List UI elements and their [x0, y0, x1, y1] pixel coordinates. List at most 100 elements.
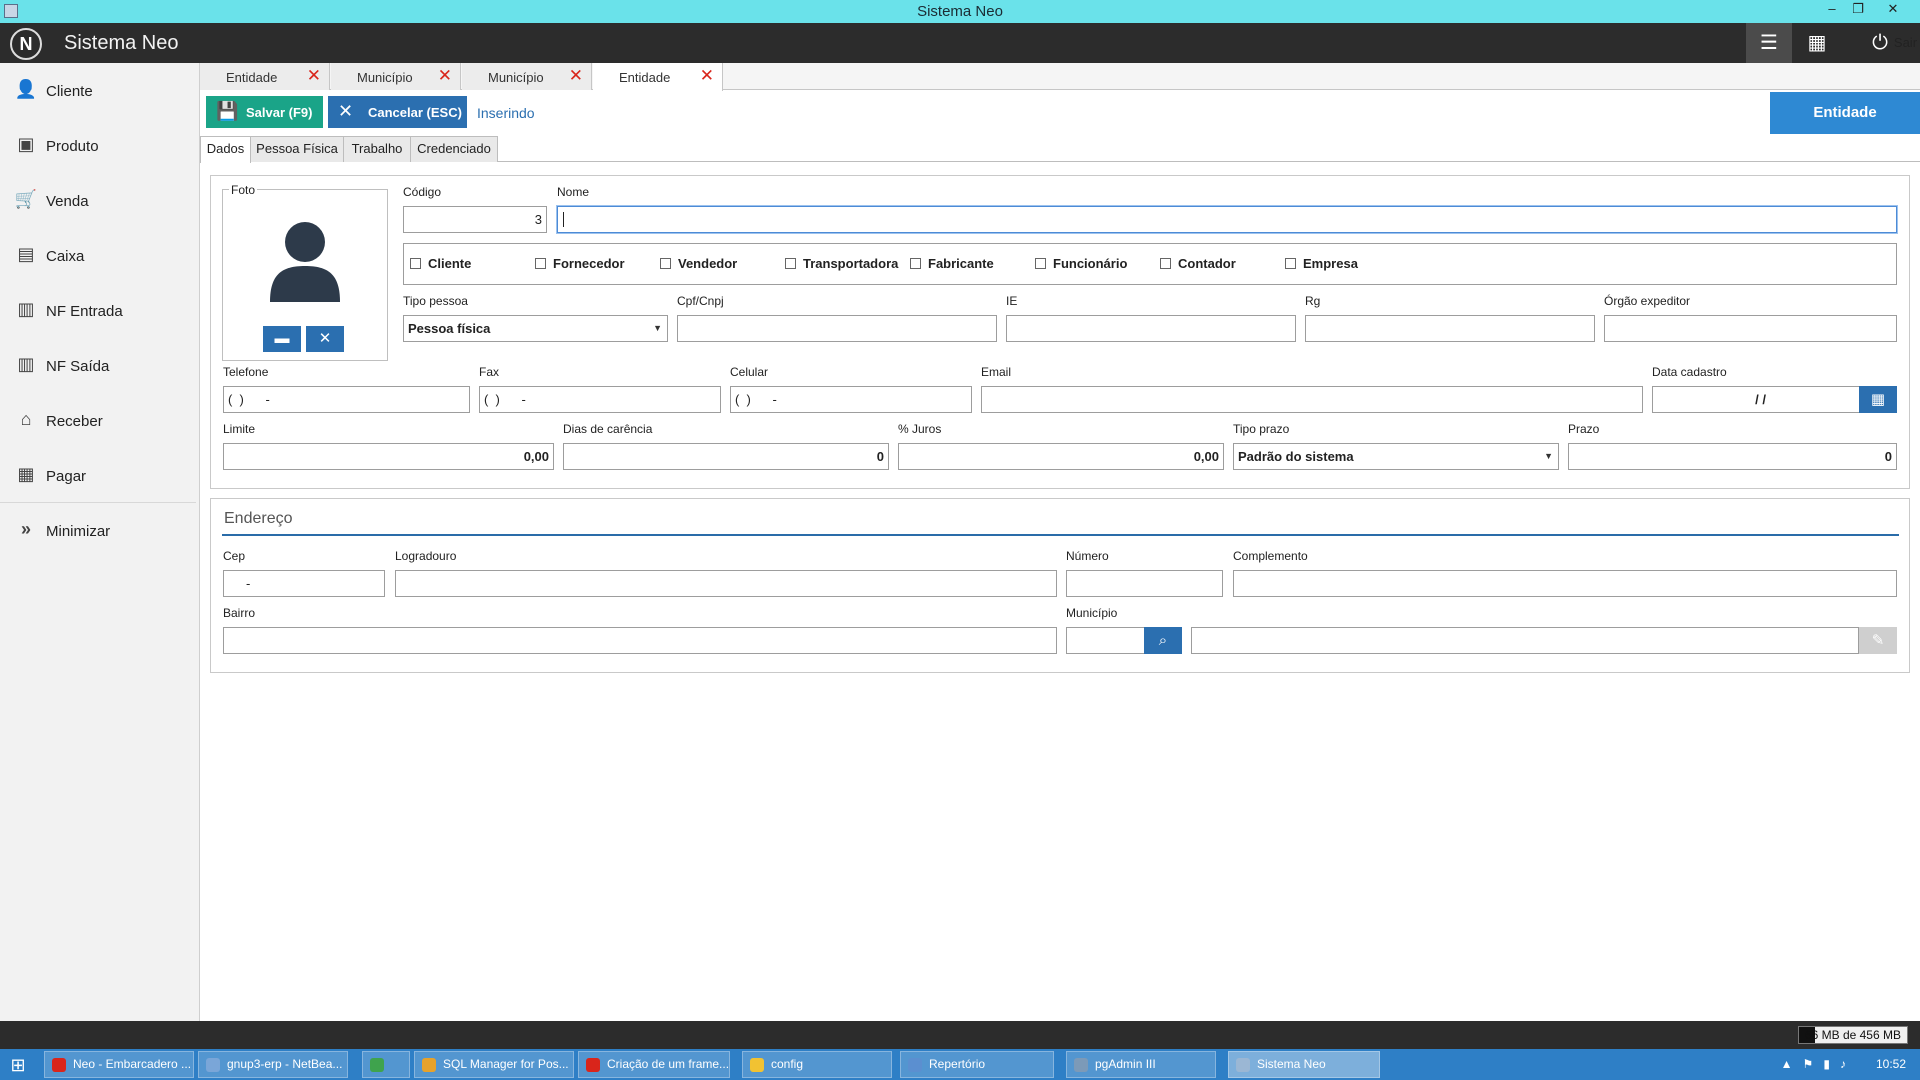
close-tab-icon[interactable]: ✕: [569, 66, 583, 86]
foto-label: Foto: [229, 183, 258, 197]
dias-carencia-field[interactable]: 0: [563, 443, 889, 470]
checkbox-label: Fornecedor: [553, 256, 625, 271]
exit-button[interactable]: ⏻ Sair: [1846, 23, 1917, 63]
restore-window-button[interactable]: ❐: [1843, 0, 1873, 20]
taskbar-item-embarcadero[interactable]: Neo - Embarcadero ...: [44, 1051, 194, 1078]
remove-photo-button[interactable]: ✕: [306, 326, 344, 352]
complemento-field[interactable]: [1233, 570, 1897, 597]
checkbox-box[interactable]: [410, 258, 421, 269]
taskbar-item-config[interactable]: config: [742, 1051, 892, 1078]
checkbox-contador[interactable]: Contador: [1160, 256, 1236, 271]
prazo-field[interactable]: 0: [1568, 443, 1897, 470]
flag-icon[interactable]: ⚑: [1803, 1057, 1814, 1071]
rg-label: Rg: [1305, 294, 1321, 308]
email-field[interactable]: [981, 386, 1643, 413]
sidebar-item-venda[interactable]: 🛒 Venda: [0, 177, 198, 227]
bairro-field[interactable]: [223, 627, 1057, 654]
edit-municipio-button[interactable]: ✎: [1859, 627, 1897, 654]
sidebar-item-caixa[interactable]: ▤ Caixa: [0, 232, 198, 282]
tab-entidade-2[interactable]: Entidade ✕: [593, 63, 723, 91]
codigo-field[interactable]: 3: [403, 206, 547, 233]
orgao-expeditor-field[interactable]: [1604, 315, 1897, 342]
tab-trabalho[interactable]: Trabalho: [343, 136, 411, 162]
checkbox-box[interactable]: [660, 258, 671, 269]
network-icon[interactable]: ▮: [1823, 1057, 1830, 1071]
windows-start-icon[interactable]: ⊞: [6, 1053, 30, 1077]
limite-field[interactable]: 0,00: [223, 443, 554, 470]
sidebar-item-minimizar[interactable]: » Minimizar: [0, 507, 198, 557]
ie-field[interactable]: [1006, 315, 1296, 342]
cancel-button[interactable]: ✕ Cancelar (ESC): [328, 96, 467, 128]
taskbar-item-netbeans[interactable]: gnup3-erp - NetBea...: [198, 1051, 348, 1078]
search-municipio-button[interactable]: ⌕: [1144, 627, 1182, 654]
municipio-name-field[interactable]: [1191, 627, 1859, 654]
list-view-icon[interactable]: ☰: [1746, 23, 1792, 63]
close-tab-icon[interactable]: ✕: [700, 66, 714, 86]
data-cadastro-field[interactable]: / /: [1652, 386, 1862, 413]
celular-field[interactable]: ( ) -: [730, 386, 972, 413]
numero-field[interactable]: [1066, 570, 1223, 597]
tab-municipio-1[interactable]: Município ✕: [331, 63, 461, 90]
sidebar-item-label: NF Entrada: [46, 303, 123, 320]
codigo-label: Código: [403, 185, 442, 199]
volume-icon[interactable]: ♪: [1840, 1057, 1846, 1071]
checkbox-box[interactable]: [1035, 258, 1046, 269]
open-photo-button[interactable]: ▬: [263, 326, 301, 352]
logradouro-field[interactable]: [395, 570, 1057, 597]
cep-field[interactable]: -: [223, 570, 385, 597]
taskbar-item-opera[interactable]: Criação de um frame...: [578, 1051, 730, 1078]
rg-field[interactable]: [1305, 315, 1595, 342]
checkbox-transportadora[interactable]: Transportadora: [785, 256, 898, 271]
checkbox-box[interactable]: [1285, 258, 1296, 269]
taskbar-item-visual-studio[interactable]: [362, 1051, 410, 1078]
taskbar-item-sistema-neo[interactable]: Sistema Neo: [1228, 1051, 1380, 1078]
sidebar-item-receber[interactable]: ⌂ Receber: [0, 397, 198, 447]
sidebar-item-nf-entrada[interactable]: ▥ NF Entrada: [0, 287, 198, 337]
tipo-pessoa-select[interactable]: Pessoa física ▼: [403, 315, 668, 342]
save-button[interactable]: 💾 Salvar (F9): [206, 96, 323, 128]
checkbox-funcionario[interactable]: Funcionário: [1035, 256, 1127, 271]
tab-credenciado[interactable]: Credenciado: [410, 136, 498, 162]
checkbox-cliente[interactable]: Cliente: [410, 256, 471, 271]
document-icon: ▥: [17, 354, 35, 374]
grid-view-icon[interactable]: ▦: [1794, 23, 1840, 63]
sidebar-item-pagar[interactable]: ▦ Pagar: [0, 452, 198, 502]
checkbox-fornecedor[interactable]: Fornecedor: [535, 256, 625, 271]
checkbox-empresa[interactable]: Empresa: [1285, 256, 1358, 271]
sidebar-item-produto[interactable]: ▣ Produto: [0, 122, 198, 172]
close-tab-icon[interactable]: ✕: [438, 66, 452, 86]
municipio-code-field[interactable]: [1066, 627, 1146, 654]
taskbar-item-pgadmin[interactable]: pgAdmin III: [1066, 1051, 1216, 1078]
taskbar-label: Repertório: [929, 1057, 986, 1071]
prazo-label: Prazo: [1568, 422, 1600, 436]
clock[interactable]: 10:52: [1876, 1057, 1906, 1071]
checkbox-fabricante[interactable]: Fabricante: [910, 256, 994, 271]
nome-field[interactable]: [557, 206, 1897, 233]
taskbar-label: Neo - Embarcadero ...: [73, 1057, 192, 1071]
telefone-field[interactable]: ( ) -: [223, 386, 470, 413]
taskbar-item-repertorio[interactable]: Repertório: [900, 1051, 1054, 1078]
fax-field[interactable]: ( ) -: [479, 386, 721, 413]
checkbox-box[interactable]: [1160, 258, 1171, 269]
tab-entidade-1[interactable]: Entidade ✕: [200, 63, 330, 90]
tab-dados[interactable]: Dados: [200, 136, 251, 163]
folder-icon: [750, 1058, 764, 1072]
calendar-button[interactable]: ▦: [1859, 386, 1897, 413]
form-subtabs: Dados Pessoa Física Trabalho Credenciado: [200, 136, 1920, 163]
tab-pessoa-fisica[interactable]: Pessoa Física: [250, 136, 344, 162]
municipio-label: Município: [1066, 606, 1118, 620]
close-window-button[interactable]: ✕: [1878, 0, 1908, 20]
sidebar-item-cliente[interactable]: 👤 Cliente: [0, 67, 198, 117]
checkbox-vendedor[interactable]: Vendedor: [660, 256, 737, 271]
tray-expand-icon[interactable]: ▲: [1781, 1057, 1793, 1071]
sidebar-item-nf-saida[interactable]: ▥ NF Saída: [0, 342, 198, 392]
checkbox-box[interactable]: [910, 258, 921, 269]
close-tab-icon[interactable]: ✕: [307, 66, 321, 86]
cpf-cnpj-field[interactable]: [677, 315, 997, 342]
juros-field[interactable]: 0,00: [898, 443, 1224, 470]
tab-municipio-2[interactable]: Município ✕: [462, 63, 592, 90]
tipo-prazo-select[interactable]: Padrão do sistema ▼: [1233, 443, 1559, 470]
checkbox-box[interactable]: [785, 258, 796, 269]
taskbar-item-sql-manager[interactable]: SQL Manager for Pos...: [414, 1051, 574, 1078]
checkbox-box[interactable]: [535, 258, 546, 269]
